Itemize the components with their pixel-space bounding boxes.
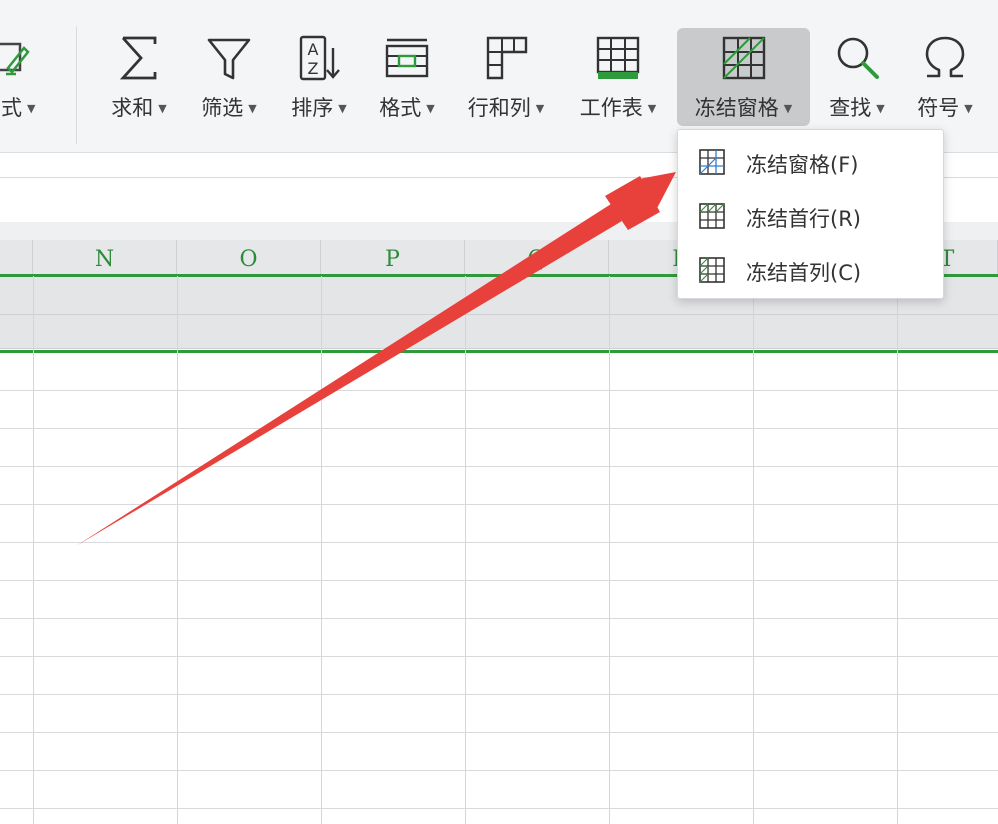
symbol-button-label: 符号	[917, 96, 960, 120]
worksheet-button[interactable]: 工作表 ▼	[568, 28, 668, 126]
menu-item-label: 冻结首行(R)	[746, 207, 861, 231]
freeze-line-bottom	[0, 350, 998, 353]
grid-hline	[0, 542, 998, 543]
freeze-panes-icon	[722, 36, 765, 80]
rows-columns-icon	[486, 36, 528, 80]
freeze-panes-menu: 冻结窗格(F) 冻结首行(R) 冻结首列(C)	[677, 129, 944, 299]
style-brush-icon	[0, 42, 30, 76]
grid-hline	[0, 466, 998, 467]
grid-vline	[465, 276, 466, 824]
grid-hline	[0, 504, 998, 505]
rows-columns-button-label: 行和列	[467, 96, 531, 120]
grid-hline	[0, 732, 998, 733]
format-button-label: 格式	[379, 96, 422, 120]
rows-columns-button[interactable]: 行和列 ▼	[456, 28, 556, 126]
grid-hline	[0, 390, 998, 391]
find-button-label: 查找	[829, 96, 872, 120]
find-button[interactable]: 查找 ▼	[818, 28, 896, 126]
worksheet-button-label: 工作表	[579, 96, 643, 120]
grid-hline	[0, 694, 998, 695]
grid-hline	[0, 770, 998, 771]
column-header-n[interactable]: N	[33, 240, 177, 276]
svg-text:A: A	[308, 40, 319, 59]
grid-vline	[321, 276, 322, 824]
grid-vline	[33, 276, 34, 824]
svg-text:Z: Z	[308, 59, 319, 78]
menu-item-label: 冻结首列(C)	[746, 261, 862, 285]
worksheet-icon	[596, 36, 640, 79]
sort-button[interactable]: A Z 排序 ▼	[280, 28, 358, 126]
omega-icon	[925, 36, 965, 78]
sigma-icon	[119, 36, 157, 80]
grid-vline	[897, 276, 898, 824]
freeze-panes-button-label: 冻结窗格	[694, 96, 779, 120]
menu-item-freeze-first-column[interactable]: 冻结首列(C)	[678, 244, 943, 294]
style-button-label: 样式	[0, 96, 22, 120]
format-button[interactable]: 格式 ▼	[368, 28, 446, 126]
grid-hline	[0, 808, 998, 809]
column-header-q[interactable]: Q	[465, 240, 609, 276]
grid-hline	[0, 580, 998, 581]
filter-funnel-icon	[207, 38, 251, 80]
ribbon-divider	[76, 26, 77, 144]
spreadsheet-grid[interactable]: N O P Q R S T	[0, 240, 998, 824]
grid-vline	[753, 276, 754, 824]
filter-button[interactable]: 筛选 ▼	[190, 28, 268, 126]
column-header-o[interactable]: O	[177, 240, 321, 276]
sort-az-icon: A Z	[299, 35, 340, 81]
grid-hline	[0, 428, 998, 429]
frozen-row-2[interactable]	[0, 315, 998, 349]
freeze-panes-button[interactable]: 冻结窗格 ▼	[677, 28, 810, 126]
column-header-p[interactable]: P	[321, 240, 465, 276]
grid-vline	[177, 276, 178, 824]
sort-button-label: 排序	[291, 96, 334, 120]
freeze-first-row-icon	[699, 203, 725, 229]
magnifier-icon	[837, 37, 879, 79]
sum-button[interactable]: 求和 ▼	[100, 28, 178, 126]
menu-item-freeze-first-row[interactable]: 冻结首行(R)	[678, 190, 943, 240]
menu-item-freeze-panes[interactable]: 冻结窗格(F)	[678, 136, 943, 186]
menu-item-label: 冻结窗格(F)	[746, 153, 859, 177]
symbol-button[interactable]: 符号 ▼	[906, 28, 984, 126]
format-icon	[385, 38, 429, 78]
freeze-panes-icon	[699, 149, 725, 175]
grid-hline	[0, 618, 998, 619]
style-button[interactable]: 样式▼	[0, 28, 72, 126]
filter-button-label: 筛选	[201, 96, 244, 120]
column-header-partial[interactable]	[0, 240, 33, 276]
grid-vline	[609, 276, 610, 824]
grid-hline	[0, 656, 998, 657]
sum-button-label: 求和	[111, 96, 154, 120]
freeze-first-column-icon	[699, 257, 725, 283]
